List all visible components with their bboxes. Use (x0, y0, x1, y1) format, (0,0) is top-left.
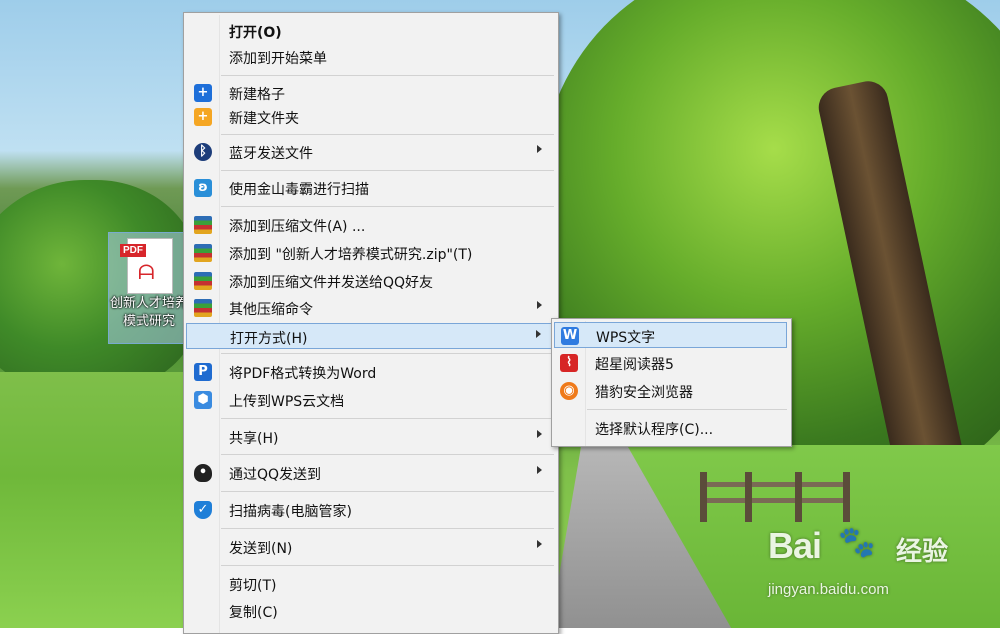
submenu-item-wps-writer[interactable]: W WPS文字 (554, 322, 787, 348)
submenu-arrow-icon (537, 540, 542, 548)
menu-item-share[interactable]: 共享(H) (186, 424, 554, 450)
submenu-item-choose-default[interactable]: 选择默认程序(C)... (554, 415, 787, 441)
pdf-file-icon: PDF ᗩ (120, 238, 173, 294)
liebao-browser-icon: ◉ (560, 382, 578, 400)
menu-item-label: 打开方式(H) (230, 331, 308, 347)
plus-orange-icon: + (194, 108, 212, 126)
submenu-arrow-icon (537, 430, 542, 438)
bluetooth-icon: ᛒ (194, 143, 212, 161)
acrobat-swirl-icon: ᗩ (138, 260, 155, 284)
menu-item-label: 选择默认程序(C)... (595, 422, 714, 438)
menu-item-bluetooth[interactable]: ᛒ 蓝牙发送文件 (186, 139, 554, 165)
menu-item-label: 打开(O) (229, 25, 282, 41)
desktop-file-pdf[interactable]: PDF ᗩ 创新人才培养模式研究 (108, 232, 190, 344)
menu-item-label: 将PDF格式转换为Word (229, 366, 377, 382)
menu-item-label: 猎豹安全浏览器 (595, 385, 693, 401)
context-menu: 打开(O) 添加到开始菜单 + 新建格子 + 新建文件夹 ᛒ 蓝牙发送文件 ʚ … (183, 12, 559, 634)
plus-blue-icon: + (194, 84, 212, 102)
menu-item-label: 使用金山毒霸进行扫描 (229, 182, 369, 198)
menu-item-label: 添加到 "创新人才培养模式研究.zip"(T) (229, 247, 473, 263)
wps-writer-icon: W (561, 327, 579, 345)
menu-item-wps-cloud[interactable]: ⬢ 上传到WPS云文档 (186, 387, 554, 413)
winrar-icon (194, 272, 212, 290)
wallpaper-fence (700, 472, 850, 522)
watermark-url: jingyan.baidu.com (768, 581, 889, 598)
menu-item-new-folder[interactable]: + 新建文件夹 (186, 104, 554, 130)
shield-icon: ✓ (194, 501, 212, 519)
desktop-file-label: 创新人才培养模式研究 (109, 296, 188, 329)
menu-item-add-archive[interactable]: 添加到压缩文件(A) ... (186, 212, 554, 238)
menu-item-label: 共享(H) (229, 431, 279, 447)
menu-item-send-via-qq[interactable]: • 通过QQ发送到 (186, 460, 554, 486)
menu-item-label: 新建格子 (229, 87, 285, 103)
menu-item-label: 超星阅读器5 (595, 357, 674, 373)
pdf-convert-icon: P (194, 363, 212, 381)
menu-item-label: 复制(C) (229, 605, 278, 621)
menu-item-open[interactable]: 打开(O) (186, 18, 554, 44)
menu-item-add-to-zip[interactable]: 添加到 "创新人才培养模式研究.zip"(T) (186, 240, 554, 266)
menu-item-cut[interactable]: 剪切(T) (186, 571, 554, 597)
wps-cloud-icon: ⬢ (194, 391, 212, 409)
chaoxing-reader-icon: ⌇ (560, 354, 578, 372)
menu-item-label: 添加到开始菜单 (229, 51, 327, 67)
submenu-item-chaoxing[interactable]: ⌇ 超星阅读器5 (554, 350, 787, 376)
menu-item-copy[interactable]: 复制(C) (186, 598, 554, 624)
menu-item-new-grid[interactable]: + 新建格子 (186, 80, 554, 106)
paw-icon: 🐾 (838, 525, 876, 560)
duba-icon: ʚ (194, 179, 212, 197)
menu-item-other-archive[interactable]: 其他压缩命令 (186, 295, 554, 321)
baidu-jingyan-watermark: Bai 🐾 经验 jingyan.baidu.com (768, 525, 988, 615)
menu-item-label: 上传到WPS云文档 (229, 394, 345, 410)
menu-item-label: 蓝牙发送文件 (229, 146, 313, 162)
pdf-tag: PDF (120, 244, 146, 257)
open-with-submenu: W WPS文字 ⌇ 超星阅读器5 ◉ 猎豹安全浏览器 选择默认程序(C)... (551, 318, 792, 447)
submenu-arrow-icon (536, 330, 541, 338)
watermark-suffix: 经验 (896, 537, 949, 567)
watermark-brand: Bai (768, 525, 822, 566)
menu-item-label: 添加到压缩文件并发送给QQ好友 (229, 275, 434, 291)
menu-item-open-with[interactable]: 打开方式(H) (186, 323, 554, 349)
menu-item-archive-send-qq[interactable]: 添加到压缩文件并发送给QQ好友 (186, 268, 554, 294)
menu-item-label: 发送到(N) (229, 541, 293, 557)
menu-item-label: 其他压缩命令 (229, 302, 313, 318)
submenu-arrow-icon (537, 301, 542, 309)
submenu-arrow-icon (537, 145, 542, 153)
menu-item-label: 添加到压缩文件(A) ... (229, 219, 366, 235)
menu-item-duba-scan[interactable]: ʚ 使用金山毒霸进行扫描 (186, 175, 554, 201)
menu-item-send-to[interactable]: 发送到(N) (186, 534, 554, 560)
menu-item-label: 剪切(T) (229, 578, 277, 594)
menu-item-label: 通过QQ发送到 (229, 467, 322, 483)
menu-item-add-to-start[interactable]: 添加到开始菜单 (186, 44, 554, 70)
menu-item-virus-scan[interactable]: ✓ 扫描病毒(电脑管家) (186, 497, 554, 523)
winrar-icon (194, 244, 212, 262)
menu-item-label: 扫描病毒(电脑管家) (229, 504, 352, 520)
winrar-icon (194, 299, 212, 317)
submenu-arrow-icon (537, 466, 542, 474)
winrar-icon (194, 216, 212, 234)
qq-penguin-icon: • (194, 464, 212, 482)
menu-item-label: WPS文字 (596, 330, 656, 346)
submenu-item-liebao[interactable]: ◉ 猎豹安全浏览器 (554, 378, 787, 404)
menu-item-pdf-to-word[interactable]: P 将PDF格式转换为Word (186, 359, 554, 385)
wallpaper-grass-left (0, 372, 200, 628)
menu-item-label: 新建文件夹 (229, 111, 299, 127)
